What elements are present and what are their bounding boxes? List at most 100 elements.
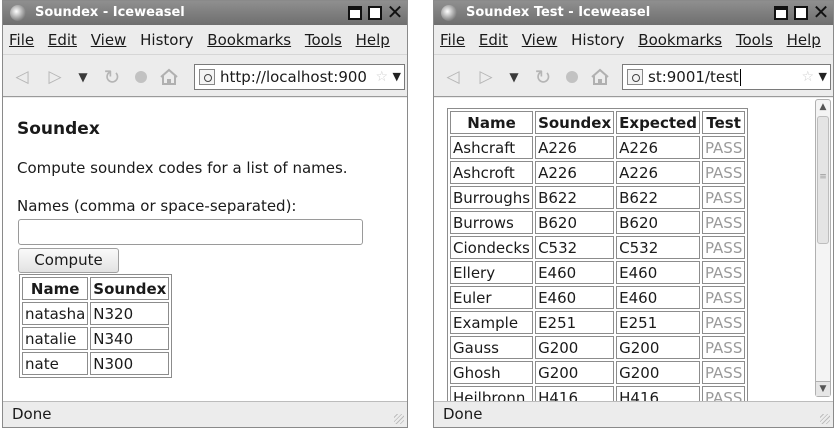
url-bar[interactable]: st:9001/test ☆ ▼ [622, 64, 831, 90]
table-row: Example E251 E251 PASS [450, 311, 746, 334]
maximize-icon[interactable] [791, 3, 811, 23]
history-dropdown-icon[interactable]: ▼ [503, 66, 525, 88]
stop-icon[interactable] [130, 66, 152, 88]
back-arrow-icon[interactable]: ◁ [442, 66, 464, 88]
home-icon[interactable] [158, 66, 180, 88]
page-content: Name Soundex Expected Test Ashcraft A226 A… [434, 98, 833, 401]
menu-tools[interactable]: Tools [736, 25, 773, 55]
url-dropdown-icon[interactable]: ▼ [819, 65, 827, 89]
text-cursor [739, 69, 741, 86]
table-row: Euler E460 E460 PASS [450, 286, 746, 309]
name-cell: Ellery [450, 261, 534, 284]
soundex-cell: H416 [535, 386, 615, 401]
table-row: natalie N340 [22, 327, 170, 350]
table-row: Ciondecks C532 C532 PASS [450, 236, 746, 259]
compute-button[interactable]: Compute [18, 248, 119, 273]
menu-tools[interactable]: Tools [305, 25, 342, 55]
soundex-cell: N320 [90, 302, 170, 325]
test-result-cell: PASS [701, 311, 746, 334]
soundex-test-table: Name Soundex Expected Test Ashcraft A226 A… [447, 108, 749, 401]
table-header-row: Name Soundex [22, 277, 170, 300]
resize-grip-icon[interactable] [394, 414, 404, 424]
soundex-results-table: Name Soundex natasha N320 natalie N340 n… [19, 274, 173, 378]
history-dropdown-icon[interactable]: ▼ [72, 66, 94, 88]
test-result-cell: PASS [701, 211, 746, 234]
maximize-icon[interactable] [365, 3, 385, 23]
table-row: Burroughs B622 B622 PASS [450, 186, 746, 209]
menu-history[interactable]: History [571, 25, 624, 55]
back-arrow-icon[interactable]: ◁ [11, 66, 33, 88]
test-result-cell: PASS [701, 336, 746, 359]
expected-cell: E460 [616, 261, 700, 284]
site-identity-icon[interactable] [199, 69, 215, 85]
soundex-cell: E460 [535, 261, 615, 284]
expected-cell: G200 [616, 361, 700, 384]
menu-help[interactable]: Help [356, 25, 390, 55]
title-bar[interactable]: Soundex - Iceweasel ✕ [3, 1, 407, 25]
scroll-down-icon[interactable]: ▼ [816, 381, 830, 396]
window-title: Soundex - Iceweasel [35, 5, 185, 20]
globe-icon[interactable] [10, 5, 26, 21]
navigation-toolbar: ◁ ▷ ▼ ↻ http://localhost:9001/ ☆ ▼ [3, 55, 407, 97]
menu-edit[interactable]: Edit [479, 25, 508, 55]
title-bar[interactable]: Soundex Test - Iceweasel ✕ [434, 1, 833, 25]
minimize-icon[interactable] [345, 3, 365, 23]
star-icon[interactable]: ☆ [801, 65, 814, 89]
table-row: nate N300 [22, 352, 170, 375]
menu-bookmarks[interactable]: Bookmarks [638, 25, 722, 55]
column-header: Soundex [90, 277, 170, 300]
menu-bar: File Edit View History Bookmarks Tools H… [3, 25, 407, 55]
navigation-toolbar: ◁ ▷ ▼ ↻ st:9001/test ☆ ▼ [434, 55, 833, 97]
name-cell: Ashcroft [450, 161, 534, 184]
scroll-up-icon[interactable]: ▲ [816, 100, 830, 115]
table-row: Ashcraft A226 A226 PASS [450, 136, 746, 159]
expected-cell: G200 [616, 336, 700, 359]
url-bar[interactable]: http://localhost:9001/ ☆ ▼ [194, 64, 405, 90]
soundex-cell: G200 [535, 336, 615, 359]
table-row: Gauss G200 G200 PASS [450, 336, 746, 359]
expected-cell: B622 [616, 186, 700, 209]
menu-view[interactable]: View [91, 25, 127, 55]
column-header: Name [22, 277, 89, 300]
minimize-icon[interactable] [771, 3, 791, 23]
menu-file[interactable]: File [9, 25, 34, 55]
test-result-cell: PASS [701, 261, 746, 284]
window-title: Soundex Test - Iceweasel [466, 5, 651, 20]
resize-grip-icon[interactable] [820, 414, 830, 424]
forward-arrow-icon[interactable]: ▷ [475, 66, 497, 88]
soundex-cell: C532 [535, 236, 615, 259]
close-icon[interactable]: ✕ [385, 2, 405, 23]
menu-edit[interactable]: Edit [48, 25, 77, 55]
menu-help[interactable]: Help [787, 25, 821, 55]
url-input[interactable]: st:9001/test [648, 65, 792, 89]
site-identity-icon[interactable] [627, 69, 643, 85]
test-result-cell: PASS [701, 136, 746, 159]
close-icon[interactable]: ✕ [811, 2, 831, 23]
name-cell: Burrows [450, 211, 534, 234]
names-input[interactable] [18, 219, 363, 245]
globe-icon[interactable] [441, 5, 457, 21]
url-input[interactable]: http://localhost:9001/ [220, 65, 366, 89]
table-header-row: Name Soundex Expected Test [450, 111, 746, 134]
menu-view[interactable]: View [522, 25, 558, 55]
menu-history[interactable]: History [140, 25, 193, 55]
stop-icon[interactable] [561, 66, 583, 88]
reload-icon[interactable]: ↻ [101, 66, 123, 88]
star-icon[interactable]: ☆ [375, 65, 388, 89]
url-dropdown-icon[interactable]: ▼ [393, 65, 401, 89]
home-icon[interactable] [589, 66, 611, 88]
menu-bookmarks[interactable]: Bookmarks [207, 25, 291, 55]
soundex-cell: B622 [535, 186, 615, 209]
scrollbar-thumb[interactable]: ≡ [817, 116, 829, 244]
forward-arrow-icon[interactable]: ▷ [44, 66, 66, 88]
status-bar: Done [3, 401, 407, 427]
reload-icon[interactable]: ↻ [532, 66, 554, 88]
test-result-cell: PASS [701, 161, 746, 184]
vertical-scrollbar[interactable]: ▲ ≡ ▼ [815, 99, 831, 397]
expected-cell: C532 [616, 236, 700, 259]
soundex-cell: E251 [535, 311, 615, 334]
name-cell: Ghosh [450, 361, 534, 384]
status-text: Done [12, 405, 52, 423]
menu-file[interactable]: File [440, 25, 465, 55]
expected-cell: A226 [616, 136, 700, 159]
